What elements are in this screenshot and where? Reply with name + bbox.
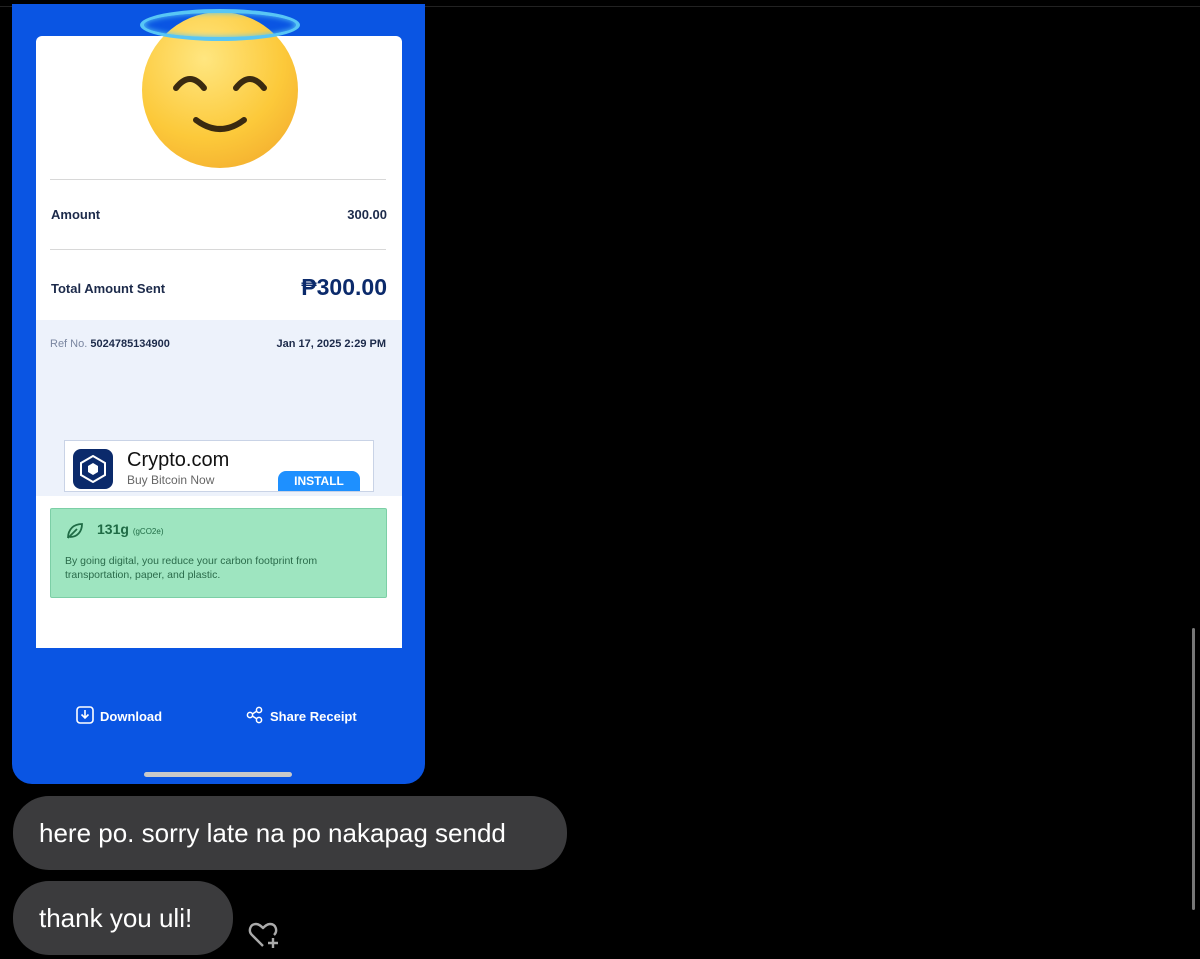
- download-icon: [76, 706, 94, 724]
- amount-value: 300.00: [347, 207, 387, 222]
- ad-title: Crypto.com: [127, 449, 230, 471]
- amount-label: Amount: [51, 207, 101, 222]
- ref-prefix: Ref No.: [50, 338, 88, 350]
- reference-number: Ref No. 5024785134900: [50, 338, 170, 350]
- carbon-footprint-card: 131g (gCO2e) By going digital, you reduc…: [50, 508, 387, 598]
- download-button[interactable]: Download: [76, 706, 162, 724]
- carbon-unit: (gCO2e): [132, 527, 164, 536]
- carbon-amount: 131g: [97, 521, 129, 537]
- divider: [50, 179, 386, 180]
- message-bubble[interactable]: thank you uli!: [13, 881, 233, 955]
- install-button[interactable]: INSTALL: [278, 471, 360, 491]
- home-indicator: [144, 772, 292, 777]
- message-bubble[interactable]: here po. sorry late na po nakapag sendd: [13, 796, 567, 870]
- crypto-ad-banner[interactable]: Crypto.com Buy Bitcoin Now INSTALL: [64, 440, 374, 492]
- share-label: Share Receipt: [270, 709, 357, 724]
- divider: [50, 249, 386, 250]
- share-icon: [246, 706, 263, 724]
- crypto-logo-icon: [73, 449, 113, 489]
- download-label: Download: [100, 709, 163, 724]
- carbon-value: 131g (gCO2e): [97, 521, 164, 537]
- transaction-date: Jan 17, 2025 2:29 PM: [276, 338, 386, 350]
- carbon-description: By going digital, you reduce your carbon…: [65, 555, 318, 581]
- halo-icon: [140, 9, 300, 41]
- total-value: ₱300.00: [301, 274, 387, 300]
- heart-plus-icon[interactable]: [248, 921, 282, 951]
- ad-subtitle: Buy Bitcoin Now: [127, 473, 215, 487]
- leaf-icon: [67, 523, 83, 539]
- share-receipt-button[interactable]: Share Receipt: [246, 706, 357, 724]
- total-label: Total Amount Sent: [51, 281, 166, 296]
- receipt-torn-edge: [36, 634, 402, 654]
- scrollbar[interactable]: [1192, 628, 1195, 910]
- ref-number: 5024785134900: [90, 338, 170, 350]
